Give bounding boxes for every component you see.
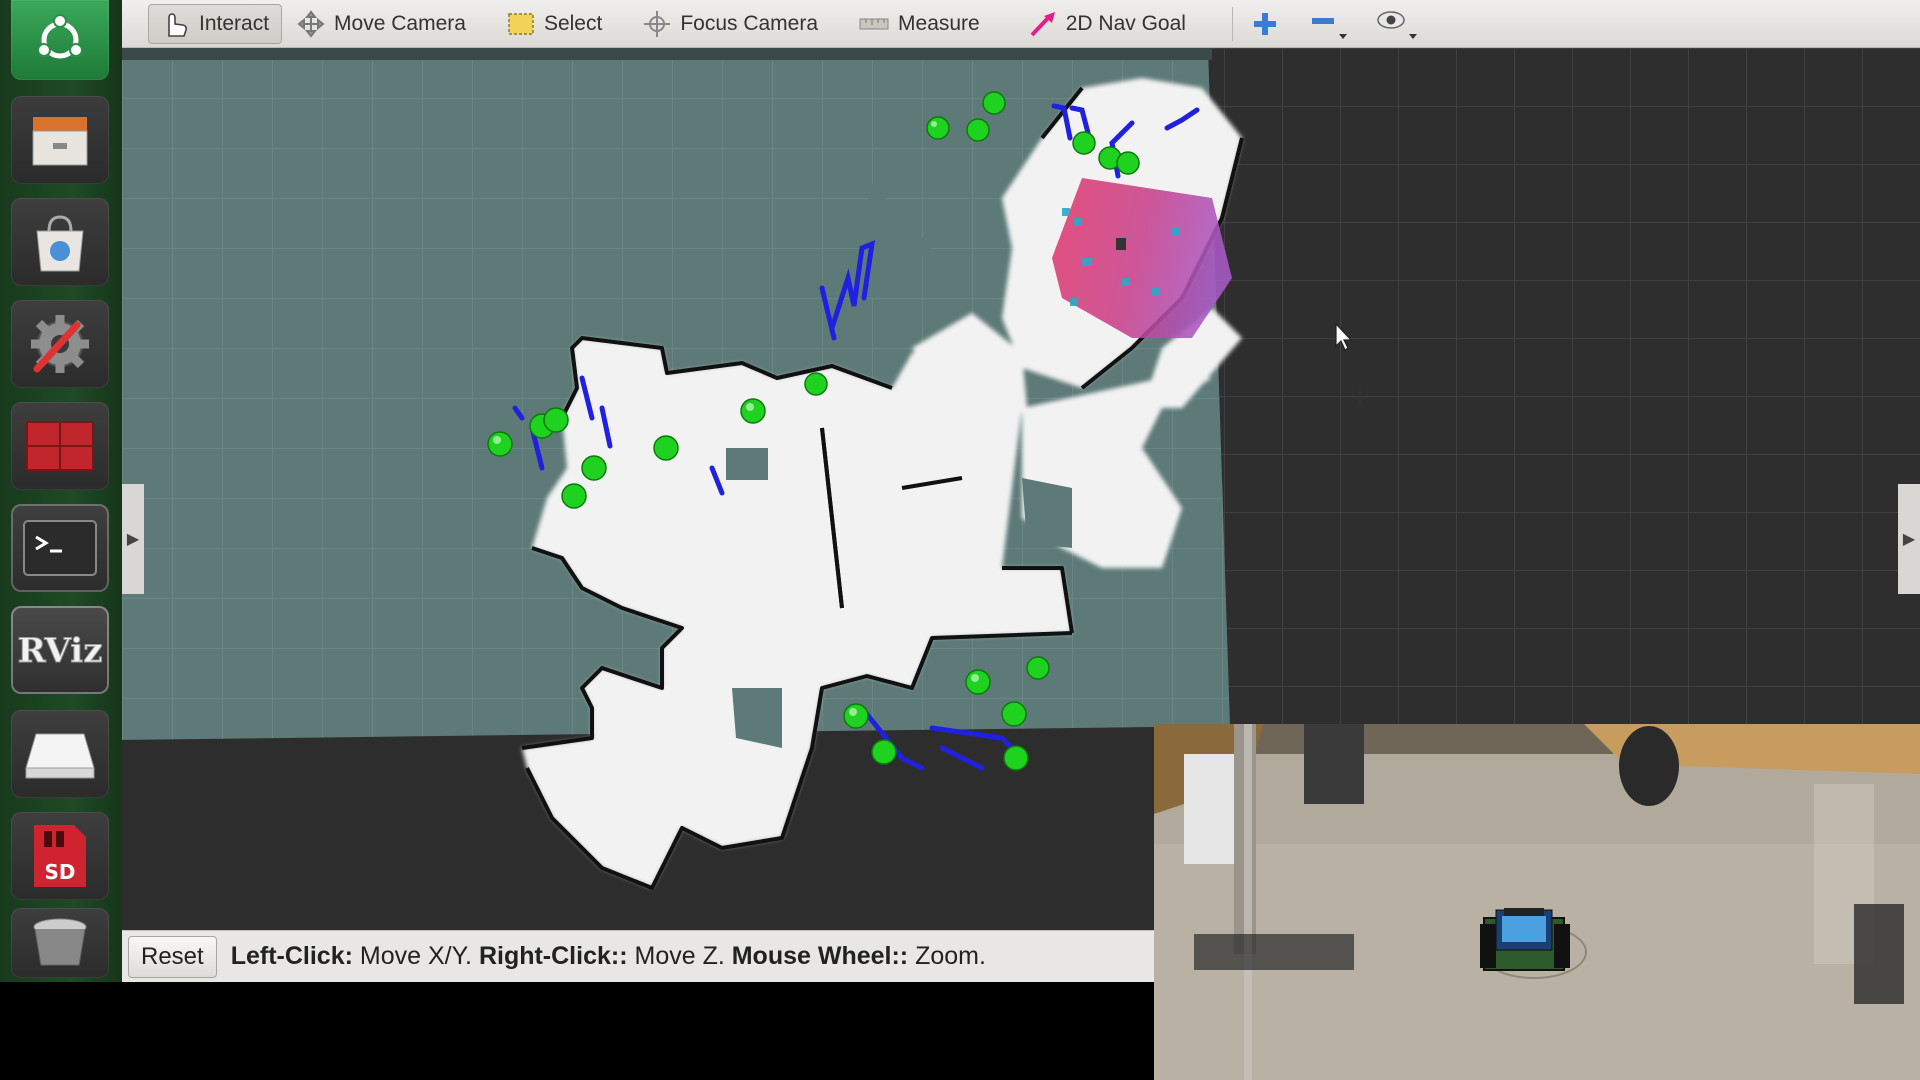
- robot-car: [1480, 908, 1570, 971]
- waypoint-marker: [581, 455, 607, 481]
- tool-select[interactable]: Select: [494, 4, 614, 44]
- robot-camera-photo: [1154, 724, 1920, 1080]
- launcher-system-monitor[interactable]: [11, 402, 109, 490]
- waypoint-marker: [1003, 745, 1029, 771]
- tool-properties-button[interactable]: [1367, 4, 1427, 44]
- waypoint-marker: [965, 669, 991, 695]
- toolbar-separator: [1231, 6, 1233, 41]
- chevron-right-icon: ▶: [126, 531, 140, 548]
- hint-key: Right-Click::: [478, 942, 628, 970]
- waypoint-marker: [1001, 701, 1027, 727]
- system-settings-icon: [31, 315, 89, 373]
- add-tool-button[interactable]: [1243, 4, 1287, 44]
- eye-icon: [1377, 10, 1417, 39]
- rviz-icon: RViz: [18, 631, 102, 672]
- waypoint-marker: [561, 483, 587, 509]
- black-area: [0, 982, 1154, 1080]
- tool-measure[interactable]: Measure: [846, 4, 992, 44]
- remove-tool-button[interactable]: [1301, 4, 1357, 44]
- software-center-icon: [36, 215, 84, 272]
- sd-card-icon: SD: [34, 825, 86, 887]
- tool-select-label: Select: [543, 11, 603, 35]
- sd-card-text: SD: [44, 860, 75, 884]
- waypoint-marker: [871, 739, 897, 765]
- launcher-disk-drive[interactable]: [11, 710, 109, 798]
- waypoint-marker: [1116, 151, 1140, 175]
- tool-move-camera[interactable]: Move Camera: [284, 4, 478, 44]
- camera-feed-inset: [1154, 724, 1920, 1080]
- hint-action: Move X/Y.: [352, 942, 479, 970]
- tool-2d-nav-goal[interactable]: 2D Nav Goal: [1016, 4, 1198, 44]
- waypoint-marker: [740, 398, 766, 424]
- waypoint-marker: [543, 407, 569, 433]
- tool-interact-label: Interact: [199, 11, 270, 35]
- waypoint-marker: [926, 116, 950, 140]
- chevron-right-icon: ▶: [1902, 531, 1916, 548]
- waypoint-marker: [804, 372, 828, 396]
- crosshair-icon: [644, 10, 671, 37]
- rviz-status-bar: Reset Left-Click: Move X/Y. Right-Click:…: [122, 930, 1154, 982]
- launcher-terminal[interactable]: [11, 504, 109, 592]
- launcher-system-settings[interactable]: [11, 300, 109, 388]
- tool-focus-camera[interactable]: Focus Camera: [630, 4, 830, 44]
- trash-icon: [33, 918, 87, 966]
- waypoint-marker: [1072, 131, 1096, 155]
- ubuntu-home-icon: [37, 14, 83, 59]
- waypoint-marker: [653, 435, 679, 461]
- trash-bin: [1619, 726, 1679, 806]
- ubuntu-home-button[interactable]: [11, 0, 109, 80]
- tool-2d-nav-goal-label: 2D Nav Goal: [1065, 11, 1186, 35]
- reset-button[interactable]: Reset: [128, 935, 217, 978]
- waypoint-marker: [1026, 656, 1050, 680]
- right-panel-toggle[interactable]: ▶: [1898, 484, 1920, 594]
- plus-icon: [1253, 12, 1276, 35]
- hint-action: Zoom.: [908, 942, 986, 970]
- tool-focus-camera-label: Focus Camera: [680, 11, 819, 35]
- tool-measure-label: Measure: [898, 11, 980, 35]
- rviz-icon-text: RViz: [18, 631, 102, 671]
- launcher-sd-card[interactable]: SD: [11, 812, 109, 900]
- launcher-trash[interactable]: [11, 908, 109, 978]
- hint-key: Mouse Wheel::: [731, 942, 909, 970]
- rviz-toolbar: Interact Move Camera Select Focus Camera: [122, 0, 1920, 48]
- system-monitor-icon: [26, 421, 94, 471]
- tool-interact[interactable]: Interact: [148, 3, 283, 44]
- ruler-icon: [859, 18, 889, 29]
- hand-pointer-icon: [168, 12, 187, 37]
- chair: [1304, 724, 1364, 804]
- files-icon: [32, 117, 88, 166]
- launcher-software-center[interactable]: [11, 198, 109, 286]
- terminal-icon: [23, 520, 97, 576]
- minus-icon: [1311, 17, 1347, 39]
- papers: [1184, 754, 1234, 864]
- launcher-files[interactable]: [11, 96, 109, 184]
- map-top-edge: [122, 48, 1212, 60]
- disk-drive-icon: [25, 733, 95, 779]
- nav-goal-arrow-icon: [1030, 11, 1055, 36]
- waypoint-marker: [843, 703, 869, 729]
- left-panel-toggle[interactable]: ▶: [122, 484, 144, 594]
- tool-move-camera-label: Move Camera: [334, 11, 466, 35]
- hint-action: Move Z.: [627, 942, 732, 970]
- waypoint-marker: [966, 118, 990, 142]
- waypoint-marker: [982, 91, 1006, 115]
- select-rect-icon: [508, 12, 534, 35]
- tool-hint-text: Left-Click: Move X/Y. Right-Click:: Move…: [231, 942, 986, 971]
- waypoint-marker: [487, 431, 513, 457]
- hint-key: Left-Click:: [230, 942, 353, 970]
- move-arrows-icon: [297, 9, 325, 38]
- launcher-rviz[interactable]: RViz: [11, 606, 109, 694]
- unity-launcher: RViz SD: [0, 0, 122, 982]
